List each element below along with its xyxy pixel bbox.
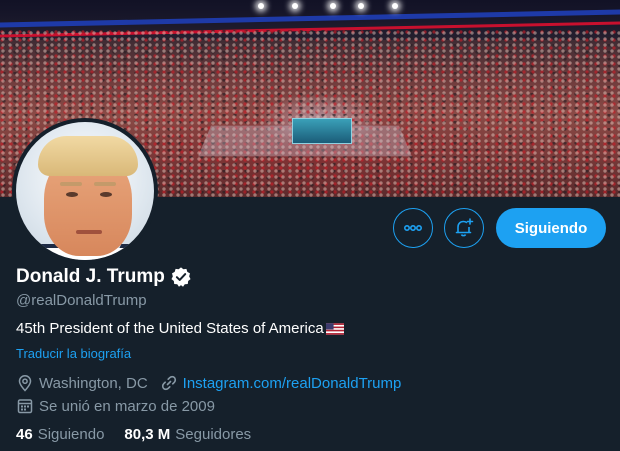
avatar-eye: [100, 192, 112, 197]
profile-website-link[interactable]: Instagram.com/realDonaldTrump: [183, 375, 402, 392]
bio-text: 45th President of the United States of A…: [16, 320, 324, 337]
profile-handle: @realDonaldTrump: [16, 292, 147, 309]
bell-plus-icon: [455, 218, 474, 237]
more-options-icon: [403, 224, 423, 232]
avatar-hair: [38, 136, 138, 176]
profile-meta-row: Washington, DC Instagram.com/realDonaldT…: [16, 374, 401, 392]
profile-joined-date: Se unió en marzo de 2009: [39, 397, 215, 415]
following-count: 46: [16, 426, 33, 443]
notifications-button[interactable]: [444, 208, 484, 248]
display-name: Donald J. Trump: [16, 266, 165, 287]
translate-bio-link[interactable]: Traducir la biografía: [16, 346, 131, 361]
calendar-icon: [17, 399, 33, 414]
followers-label: Seguidores: [175, 426, 252, 443]
profile-bio: 45th President of the United States of A…: [16, 320, 344, 337]
verified-badge-icon: [171, 267, 191, 287]
profile-stats: 46 Siguiendo 80,3 M Seguidores: [16, 426, 271, 443]
location-pin-icon: [18, 375, 32, 392]
following-label: Siguiendo: [37, 426, 105, 443]
profile-joined-row: Se unió en marzo de 2009: [16, 397, 215, 415]
banner-light: [330, 3, 336, 9]
link-icon: [161, 375, 176, 391]
profile-location: Washington, DC: [39, 374, 148, 392]
following-button[interactable]: Siguiendo: [496, 208, 606, 248]
following-stat[interactable]: 46 Siguiendo: [16, 426, 104, 443]
banner-light: [392, 3, 398, 9]
avatar-brow: [60, 182, 82, 186]
avatar-eye: [66, 192, 78, 197]
banner-light: [258, 3, 264, 9]
followers-stat[interactable]: 80,3 M Seguidores: [124, 426, 251, 443]
us-flag-icon: [325, 322, 344, 335]
banner-light: [292, 3, 298, 9]
followers-count: 80,3 M: [124, 426, 171, 443]
avatar[interactable]: [12, 118, 158, 264]
avatar-mouth: [76, 230, 102, 234]
avatar-brow: [94, 182, 116, 186]
banner-stage: [292, 118, 352, 144]
profile-name-row: Donald J. Trump: [16, 266, 192, 288]
more-options-button[interactable]: [393, 208, 433, 248]
banner-light: [358, 3, 364, 9]
